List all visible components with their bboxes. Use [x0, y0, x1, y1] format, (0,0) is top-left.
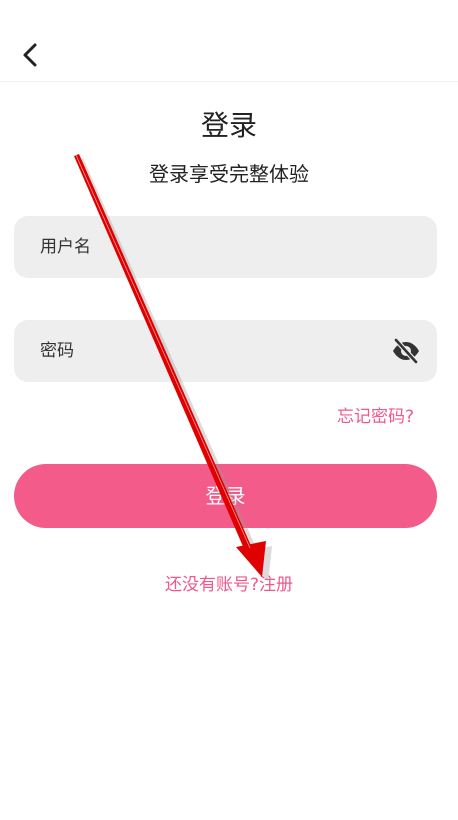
- password-input[interactable]: [40, 320, 380, 382]
- back-button[interactable]: [14, 38, 48, 72]
- top-bar: [0, 0, 458, 82]
- register-prompt: 还没有账号?注册: [0, 570, 458, 595]
- register-link[interactable]: 注册: [259, 575, 293, 595]
- password-field-container: [14, 320, 437, 382]
- chevron-left-icon: [23, 43, 37, 67]
- login-button[interactable]: 登录: [14, 464, 437, 528]
- forgot-password-link[interactable]: 忘记密码?: [337, 402, 414, 427]
- password-visibility-toggle[interactable]: [391, 336, 421, 366]
- no-account-text: 还没有账号?: [164, 575, 260, 595]
- eye-off-icon: [393, 337, 419, 365]
- page-subtitle: 登录享受完整体验: [149, 162, 309, 186]
- page-title: 登录: [200, 109, 257, 142]
- username-field-container: [14, 216, 437, 278]
- username-input[interactable]: [40, 216, 380, 278]
